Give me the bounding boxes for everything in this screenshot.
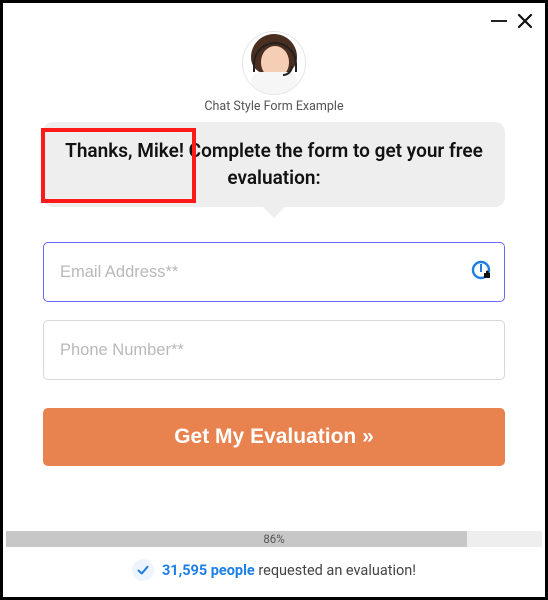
social-proof-rest: requested an evaluation! bbox=[255, 562, 416, 579]
example-label: Chat Style Form Example bbox=[3, 99, 545, 114]
progress-bar: 86% bbox=[6, 531, 542, 547]
close-icon[interactable] bbox=[517, 13, 533, 29]
social-proof-row: 31,595 people requested an evaluation! bbox=[6, 559, 542, 581]
phone-field-wrap bbox=[43, 320, 505, 380]
phone-field[interactable] bbox=[43, 320, 505, 380]
check-icon bbox=[132, 559, 154, 581]
progress-label: 86% bbox=[6, 532, 542, 546]
minimize-icon[interactable] bbox=[491, 20, 507, 22]
agent-avatar bbox=[242, 31, 306, 95]
chat-bubble-tail-icon bbox=[262, 206, 286, 218]
chat-bubble-text: Thanks, Mike! Complete the form to get y… bbox=[43, 122, 505, 207]
social-proof-text: 31,595 people requested an evaluation! bbox=[162, 562, 416, 579]
window-controls bbox=[491, 13, 533, 29]
chat-bubble: Thanks, Mike! Complete the form to get y… bbox=[43, 122, 505, 218]
email-field-wrap bbox=[43, 242, 505, 302]
footer-area: 86% 31,595 people requested an evaluatio… bbox=[6, 531, 542, 581]
submit-button[interactable]: Get My Evaluation » bbox=[43, 408, 505, 466]
email-field[interactable] bbox=[43, 242, 505, 302]
lead-form: Get My Evaluation » bbox=[43, 242, 505, 466]
social-proof-count: 31,595 people bbox=[162, 562, 255, 579]
modal-window: Chat Style Form Example Thanks, Mike! Co… bbox=[0, 0, 548, 600]
password-manager-icon[interactable] bbox=[471, 259, 493, 285]
